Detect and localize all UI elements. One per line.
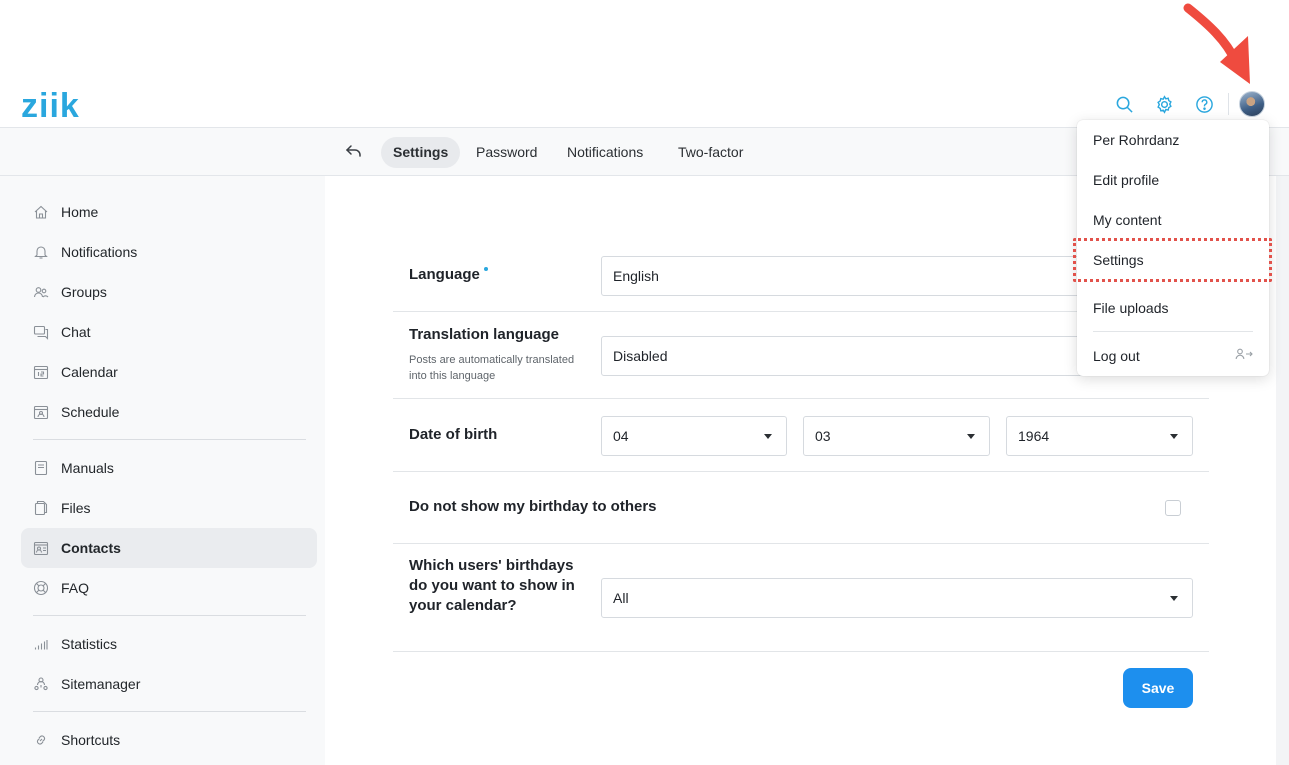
manual-icon — [33, 460, 49, 476]
chevron-down-icon — [1170, 434, 1178, 439]
sidebar-item-label: Sitemanager — [61, 676, 141, 692]
hide-birthday-checkbox[interactable] — [1165, 500, 1181, 516]
row-divider — [393, 651, 1209, 652]
menu-item-file-uploads[interactable]: File uploads — [1093, 298, 1169, 318]
chevron-down-icon — [967, 434, 975, 439]
calendar-icon — [33, 364, 49, 380]
sidebar-item-label: Manuals — [61, 460, 114, 476]
logout-icon — [1235, 348, 1253, 360]
avatar[interactable] — [1239, 91, 1265, 117]
sidebar-divider — [33, 711, 306, 712]
tab-settings[interactable]: Settings — [381, 137, 461, 168]
sidebar-item-label: FAQ — [61, 580, 90, 596]
chevron-down-icon — [764, 434, 772, 439]
sidebar-divider — [33, 615, 306, 616]
back-arrow-icon[interactable] — [344, 141, 364, 161]
sidebar-item-label: Home — [61, 204, 99, 220]
row-divider — [393, 398, 1209, 399]
translation-language-label: Translation language — [409, 326, 560, 343]
calendar-birthdays-label: Which users' birthdays do you want to sh… — [409, 557, 575, 614]
gear-icon[interactable] — [1152, 92, 1176, 116]
language-label: Language — [409, 265, 488, 285]
sidebar-item-label: Contacts — [61, 540, 121, 556]
user-menu-name[interactable]: Per Rohrdanz — [1093, 130, 1179, 150]
sidebar-item-label: Statistics — [61, 636, 118, 652]
tab-two-factor[interactable]: Two-factor — [666, 137, 755, 168]
calendar-birthdays-value: All — [613, 590, 629, 606]
scroll-track — [1276, 176, 1289, 765]
sidebar-divider — [33, 439, 306, 440]
row-divider — [393, 543, 1209, 544]
birth-month-select[interactable]: 03 — [803, 416, 990, 456]
tab-password[interactable]: Password — [464, 137, 549, 168]
tab-notifications[interactable]: Notifications — [555, 137, 655, 168]
hide-birthday-label: Do not show my birthday to others — [409, 498, 657, 515]
sidebar-item-label: Notifications — [61, 244, 138, 260]
menu-item-log-out[interactable]: Log out — [1093, 346, 1140, 366]
groups-icon — [33, 284, 49, 300]
sitemanager-icon — [33, 676, 49, 692]
birth-year-select[interactable]: 1964 — [1006, 416, 1193, 456]
annotation-arrow-icon — [1183, 3, 1250, 84]
sidebar-item-schedule[interactable]: Schedule — [21, 392, 317, 432]
sidebar-item-label: Files — [61, 500, 91, 516]
help-icon[interactable] — [1192, 92, 1216, 116]
home-icon — [33, 204, 49, 220]
sidebar-item-label: Chat — [61, 324, 91, 340]
sidebar-item-label: Schedule — [61, 404, 120, 420]
calendar-birthdays-select[interactable]: All — [601, 578, 1193, 618]
sidebar-item-contacts[interactable]: Contacts — [21, 528, 317, 568]
sidebar-item-label: Calendar — [61, 364, 118, 380]
date-of-birth-label: Date of birth — [409, 426, 498, 443]
chevron-down-icon — [1170, 596, 1178, 601]
sidebar-item-groups[interactable]: Groups — [21, 272, 317, 312]
sidebar-item-chat[interactable]: Chat — [21, 312, 317, 352]
birth-day-value: 04 — [613, 428, 629, 444]
header-divider — [1228, 93, 1229, 115]
sidebar-item-statistics[interactable]: Statistics — [21, 624, 317, 664]
translation-language-help: Posts are automatically translated into … — [409, 354, 575, 382]
menu-item-my-content[interactable]: My content — [1093, 210, 1161, 230]
files-icon — [33, 500, 49, 516]
schedule-icon — [33, 404, 49, 420]
user-menu: Per Rohrdanz Edit profile My content Set… — [1077, 120, 1269, 376]
required-indicator — [483, 267, 488, 271]
sidebar: Home Notifications Groups Chat Calendar … — [0, 176, 325, 765]
chat-icon — [33, 324, 49, 340]
save-button[interactable]: Save — [1123, 668, 1193, 708]
birth-month-value: 03 — [815, 428, 831, 444]
menu-item-edit-profile[interactable]: Edit profile — [1093, 170, 1159, 190]
sidebar-item-label: Shortcuts — [61, 732, 121, 748]
ziik-logo[interactable]: ziik — [21, 86, 80, 126]
menu-item-settings[interactable]: Settings — [1093, 250, 1144, 270]
sidebar-item-label: Groups — [61, 284, 107, 300]
language-value: English — [613, 268, 659, 284]
sidebar-item-shortcuts[interactable]: Shortcuts — [21, 720, 317, 760]
faq-icon — [33, 580, 49, 596]
statistics-icon — [33, 636, 49, 652]
sidebar-item-calendar[interactable]: Calendar — [21, 352, 317, 392]
link-icon — [33, 732, 49, 748]
bell-icon — [33, 244, 49, 260]
birth-year-value: 1964 — [1018, 428, 1050, 444]
row-divider — [393, 471, 1209, 472]
search-icon[interactable] — [1112, 92, 1136, 116]
contacts-icon — [33, 540, 49, 556]
sidebar-item-manuals[interactable]: Manuals — [21, 448, 317, 488]
menu-divider — [1093, 331, 1253, 332]
translation-language-value: Disabled — [613, 348, 668, 364]
sidebar-item-home[interactable]: Home — [21, 192, 317, 232]
sidebar-item-sitemanager[interactable]: Sitemanager — [21, 664, 317, 704]
birth-day-select[interactable]: 04 — [601, 416, 787, 456]
sidebar-item-faq[interactable]: FAQ — [21, 568, 317, 608]
sidebar-item-notifications[interactable]: Notifications — [21, 232, 317, 272]
sidebar-item-files[interactable]: Files — [21, 488, 317, 528]
header-actions — [1112, 91, 1265, 117]
